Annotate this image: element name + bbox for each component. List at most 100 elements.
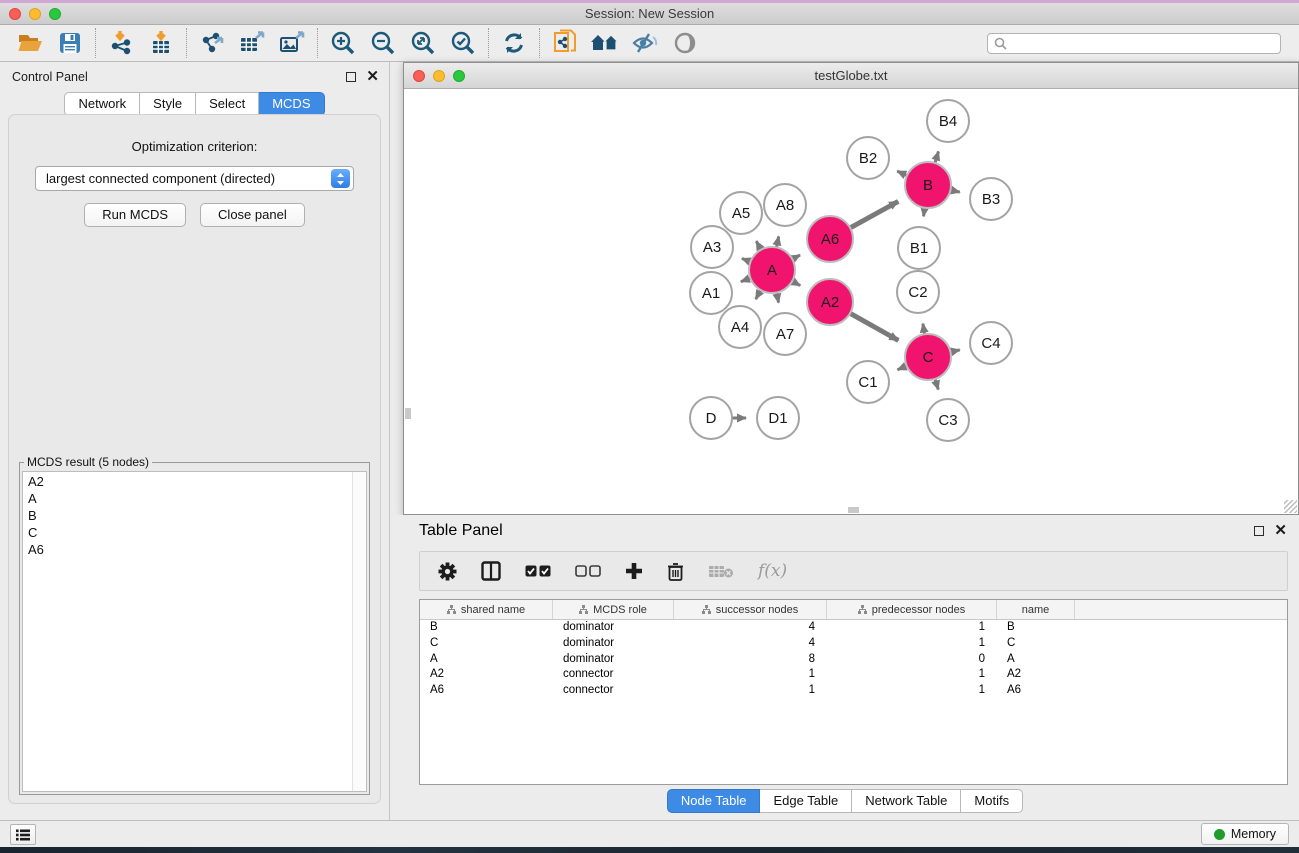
table-cell[interactable] bbox=[1075, 652, 1287, 668]
edge-A-A3[interactable] bbox=[742, 259, 751, 262]
refresh-button[interactable] bbox=[494, 28, 534, 59]
node-A8[interactable]: A8 bbox=[764, 184, 806, 226]
deselect-all-rows-button[interactable] bbox=[575, 565, 601, 577]
close-panel-button[interactable]: Close panel bbox=[200, 203, 305, 227]
edge-C-C2[interactable] bbox=[923, 324, 925, 335]
close-table-panel-icon[interactable]: ✕ bbox=[1274, 526, 1287, 536]
column-header-successor-nodes[interactable]: successor nodes bbox=[674, 600, 827, 619]
optimization-criterion-dropdown[interactable]: largest connected component (directed) bbox=[35, 166, 354, 191]
edge-A6-B[interactable] bbox=[850, 201, 898, 228]
edge-A-A2[interactable] bbox=[792, 281, 800, 286]
table-cell[interactable]: dominator bbox=[553, 636, 674, 652]
zoom-window-button[interactable] bbox=[49, 8, 61, 20]
tab-edge-table[interactable]: Edge Table bbox=[760, 789, 852, 813]
node-A2[interactable]: A2 bbox=[807, 279, 853, 325]
table-cell[interactable]: C bbox=[420, 636, 553, 652]
search-box[interactable] bbox=[987, 33, 1281, 54]
network-canvas[interactable]: B4B2BB3A5A8A6B1A3AC2A1A2A4A7C4CC1C3DD1 bbox=[404, 89, 1298, 514]
float-table-panel-icon[interactable] bbox=[1254, 526, 1264, 536]
network-close-button[interactable] bbox=[413, 70, 425, 82]
table-cell[interactable]: A bbox=[997, 652, 1075, 668]
result-list-scrollbar[interactable] bbox=[352, 472, 366, 791]
node-B3[interactable]: B3 bbox=[970, 178, 1012, 220]
zoom-fit-button[interactable] bbox=[403, 28, 443, 59]
node-B2[interactable]: B2 bbox=[847, 137, 889, 179]
node-B1[interactable]: B1 bbox=[898, 227, 940, 269]
tab-network[interactable]: Network bbox=[64, 92, 140, 116]
table-cell[interactable]: connector bbox=[553, 667, 674, 683]
table-cell[interactable]: 1 bbox=[827, 620, 997, 636]
zoom-in-button[interactable] bbox=[323, 28, 363, 59]
edge-C-C1[interactable] bbox=[898, 366, 907, 370]
table-cell[interactable]: dominator bbox=[553, 620, 674, 636]
mcds-result-item[interactable]: A6 bbox=[25, 541, 350, 558]
network-zoom-button[interactable] bbox=[453, 70, 465, 82]
edge-A-A7[interactable] bbox=[777, 293, 779, 303]
zoom-out-button[interactable] bbox=[363, 28, 403, 59]
export-network-button[interactable] bbox=[192, 28, 232, 59]
tab-style[interactable]: Style bbox=[140, 92, 196, 116]
edge-A-A8[interactable] bbox=[777, 236, 779, 247]
edge-B-B4[interactable] bbox=[935, 152, 939, 164]
export-table-button[interactable] bbox=[232, 28, 272, 59]
table-cell[interactable]: A2 bbox=[997, 667, 1075, 683]
node-C[interactable]: C bbox=[905, 334, 951, 380]
node-B[interactable]: B bbox=[905, 162, 951, 208]
column-header-shared-name[interactable]: shared name bbox=[420, 600, 553, 619]
table-cell[interactable] bbox=[1075, 667, 1287, 683]
minimize-window-button[interactable] bbox=[29, 8, 41, 20]
edge-A-A1[interactable] bbox=[741, 278, 751, 282]
table-cell[interactable]: 4 bbox=[674, 620, 827, 636]
table-cell[interactable]: C bbox=[997, 636, 1075, 652]
node-B4[interactable]: B4 bbox=[927, 100, 969, 142]
tab-mcds[interactable]: MCDS bbox=[259, 92, 324, 116]
edge-C-C4[interactable] bbox=[951, 350, 960, 352]
table-cell[interactable]: B bbox=[420, 620, 553, 636]
table-settings-button[interactable] bbox=[438, 562, 457, 581]
export-image-button[interactable] bbox=[272, 28, 312, 59]
edge-B-B2[interactable] bbox=[897, 171, 907, 176]
mcds-result-item[interactable]: A2 bbox=[25, 473, 350, 490]
node-C4[interactable]: C4 bbox=[970, 322, 1012, 364]
table-cell[interactable]: B bbox=[997, 620, 1075, 636]
delete-table-button[interactable] bbox=[708, 564, 734, 579]
tab-select[interactable]: Select bbox=[196, 92, 259, 116]
edge-C-C3[interactable] bbox=[935, 379, 938, 390]
show-graphics-details-button[interactable] bbox=[665, 28, 705, 59]
node-A5[interactable]: A5 bbox=[720, 192, 762, 234]
table-cell[interactable]: 1 bbox=[827, 667, 997, 683]
network-minimize-button[interactable] bbox=[433, 70, 445, 82]
table-cell[interactable] bbox=[1075, 636, 1287, 652]
table-cell[interactable]: dominator bbox=[553, 652, 674, 668]
table-cell[interactable]: A2 bbox=[420, 667, 553, 683]
task-history-button[interactable] bbox=[10, 824, 36, 845]
table-row[interactable]: A6connector11A6 bbox=[420, 683, 1287, 699]
float-panel-icon[interactable] bbox=[346, 72, 356, 82]
column-header-predecessor-nodes[interactable]: predecessor nodes bbox=[827, 600, 997, 619]
table-row[interactable]: Adominator80A bbox=[420, 652, 1287, 668]
tab-motifs[interactable]: Motifs bbox=[961, 789, 1023, 813]
search-input[interactable] bbox=[1012, 36, 1274, 50]
node-A7[interactable]: A7 bbox=[764, 313, 806, 355]
edge-A-A5[interactable] bbox=[756, 241, 761, 250]
mcds-result-item[interactable]: A bbox=[25, 490, 350, 507]
table-cell[interactable]: A6 bbox=[420, 683, 553, 699]
table-cell[interactable] bbox=[1075, 620, 1287, 636]
table-row[interactable]: A2connector11A2 bbox=[420, 667, 1287, 683]
close-window-button[interactable] bbox=[9, 8, 21, 20]
select-all-rows-button[interactable] bbox=[525, 565, 551, 577]
resize-grip-icon[interactable] bbox=[1284, 500, 1297, 513]
run-mcds-button[interactable]: Run MCDS bbox=[84, 203, 186, 227]
table-cell[interactable]: 8 bbox=[674, 652, 827, 668]
open-session-button[interactable] bbox=[10, 28, 50, 59]
table-cell[interactable]: 1 bbox=[674, 667, 827, 683]
table-row[interactable]: Bdominator41B bbox=[420, 620, 1287, 636]
node-A3[interactable]: A3 bbox=[691, 226, 733, 268]
close-panel-icon[interactable]: ✕ bbox=[366, 72, 379, 82]
node-C1[interactable]: C1 bbox=[847, 361, 889, 403]
node-A4[interactable]: A4 bbox=[719, 306, 761, 348]
duplicate-network-button[interactable] bbox=[545, 28, 585, 59]
add-row-button[interactable] bbox=[625, 562, 643, 580]
zoom-selected-button[interactable] bbox=[443, 28, 483, 59]
node-C3[interactable]: C3 bbox=[927, 399, 969, 441]
